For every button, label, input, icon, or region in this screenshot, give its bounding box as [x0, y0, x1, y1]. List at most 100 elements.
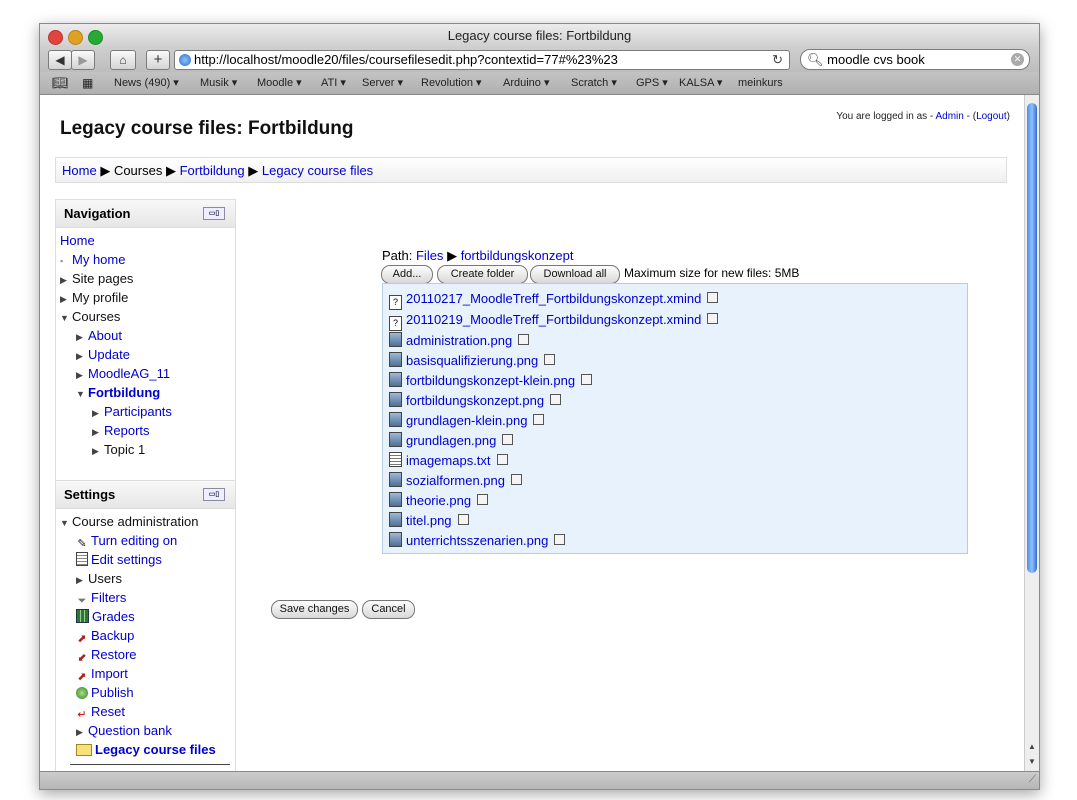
- top-sites-icon[interactable]: ▦: [82, 72, 93, 94]
- nav-course-about[interactable]: ▶ About: [76, 328, 122, 343]
- scroll-up-arrow-icon[interactable]: ▲: [1028, 742, 1036, 751]
- nav-course-update[interactable]: ▶ Update: [76, 347, 130, 362]
- file-options-icon[interactable]: [496, 454, 508, 465]
- file-item[interactable]: sozialformen.png: [389, 472, 522, 488]
- file-options-icon[interactable]: [581, 374, 593, 385]
- download-all-button[interactable]: Download all: [530, 265, 620, 284]
- file-item[interactable]: grundlagen-klein.png: [389, 412, 545, 428]
- bookmark-news[interactable]: News (490) ▾: [114, 72, 179, 94]
- reload-icon[interactable]: ↻: [772, 51, 783, 69]
- file-item[interactable]: administration.png: [389, 332, 530, 348]
- address-bar[interactable]: http://localhost/moodle20/files/coursefi…: [174, 50, 790, 70]
- block-dock-icon[interactable]: ▭▯: [203, 207, 225, 220]
- url-text: http://localhost/moodle20/files/coursefi…: [194, 52, 618, 67]
- nav-courses[interactable]: ▼ Courses: [60, 309, 120, 324]
- file-options-icon[interactable]: [544, 354, 556, 365]
- close-window-button[interactable]: [48, 30, 63, 45]
- breadcrumb-legacy-files[interactable]: Legacy course files: [262, 163, 373, 178]
- file-item[interactable]: imagemaps.txt: [389, 452, 508, 468]
- breadcrumb-home[interactable]: Home: [62, 163, 97, 178]
- image-file-icon: [389, 512, 402, 527]
- save-changes-button[interactable]: Save changes: [271, 600, 358, 619]
- reading-list-icon[interactable]: 📖︎: [52, 72, 69, 94]
- create-folder-button[interactable]: Create folder: [437, 265, 528, 284]
- search-field[interactable]: 🔍︎ moodle cvs book ✕: [800, 49, 1030, 70]
- settings-question-bank[interactable]: ▶ Question bank: [76, 723, 172, 738]
- bookmark-scratch[interactable]: Scratch ▾: [571, 72, 617, 94]
- bookmark-ati[interactable]: ATI ▾: [321, 72, 346, 94]
- file-item[interactable]: fortbildungskonzept.png: [389, 392, 562, 408]
- file-item[interactable]: fortbildungskonzept-klein.png: [389, 372, 593, 388]
- back-arrow-icon: ◀: [55, 53, 65, 67]
- block-dock-icon[interactable]: ▭▯: [203, 488, 225, 501]
- clear-search-icon[interactable]: ✕: [1011, 53, 1024, 66]
- file-options-icon[interactable]: [707, 292, 719, 303]
- bookmark-meinkurs[interactable]: meinkurs: [738, 72, 783, 94]
- nav-site-pages[interactable]: ▶ Site pages: [60, 271, 133, 286]
- bookmark-server[interactable]: Server ▾: [362, 72, 403, 94]
- bookmark-revolution[interactable]: Revolution ▾: [421, 72, 482, 94]
- resize-grip-icon[interactable]: ⟋: [1029, 774, 1036, 785]
- minimize-window-button[interactable]: [68, 30, 83, 45]
- bookmark-musik[interactable]: Musik ▾: [200, 72, 237, 94]
- settings-edit-settings[interactable]: Edit settings: [76, 552, 162, 567]
- back-button[interactable]: ◀: [48, 50, 72, 70]
- file-options-icon[interactable]: [477, 494, 489, 505]
- bookmark-arduino[interactable]: Arduino ▾: [503, 72, 550, 94]
- settings-legacy-course-files[interactable]: Legacy course files: [76, 742, 216, 757]
- nav-course-fortbildung[interactable]: ▼ Fortbildung: [76, 385, 160, 400]
- nav-my-profile[interactable]: ▶ My profile: [60, 290, 128, 305]
- file-item[interactable]: grundlagen.png: [389, 432, 514, 448]
- file-item[interactable]: basisqualifizierung.png: [389, 352, 556, 368]
- settings-backup[interactable]: ⬈ Backup: [76, 628, 134, 645]
- file-item[interactable]: unterrichtsszenarien.png: [389, 532, 566, 548]
- settings-turn-editing-on[interactable]: ✎ Turn editing on: [76, 533, 177, 550]
- nav-course-moodleag[interactable]: ▶ MoodleAG_11: [76, 366, 170, 381]
- vertical-scrollbar[interactable]: ▲ ▼: [1024, 95, 1039, 771]
- settings-reset[interactable]: ↵ Reset: [76, 704, 125, 721]
- settings-course-administration[interactable]: ▼ Course administration: [60, 514, 198, 529]
- breadcrumb-course[interactable]: Fortbildung: [180, 163, 245, 178]
- settings-restore[interactable]: ⬋ Restore: [76, 647, 136, 664]
- file-options-icon[interactable]: [550, 394, 562, 405]
- zoom-window-button[interactable]: [88, 30, 103, 45]
- file-item[interactable]: theorie.png: [389, 492, 489, 508]
- file-options-icon[interactable]: [707, 313, 719, 324]
- cancel-button[interactable]: Cancel: [362, 600, 415, 619]
- file-item[interactable]: ? 20110219_MoodleTreff_Fortbildungskonzep…: [389, 312, 719, 331]
- path-files-link[interactable]: Files: [416, 248, 443, 263]
- add-bookmark-button[interactable]: +: [146, 50, 170, 70]
- file-options-icon[interactable]: [502, 434, 514, 445]
- settings-grades[interactable]: Grades: [76, 609, 135, 624]
- file-item[interactable]: titel.png: [389, 512, 469, 528]
- logout-link[interactable]: Logout: [976, 111, 1007, 122]
- user-link[interactable]: Admin: [935, 111, 963, 122]
- bookmark-kalsa[interactable]: KALSA ▾: [679, 72, 722, 94]
- add-file-button[interactable]: Add...: [381, 265, 433, 284]
- bookmark-moodle[interactable]: Moodle ▾: [257, 72, 302, 94]
- nav-home[interactable]: Home: [60, 233, 95, 248]
- scrollbar-thumb[interactable]: [1027, 103, 1037, 573]
- file-options-icon[interactable]: [518, 334, 530, 345]
- file-options-icon[interactable]: [533, 414, 545, 425]
- expand-arrow-icon: ▶: [92, 408, 99, 418]
- nav-reports[interactable]: ▶ Reports: [92, 423, 150, 438]
- breadcrumb-separator-icon: ▶: [165, 163, 176, 178]
- nav-topic-1[interactable]: ▶ Topic 1: [92, 442, 145, 457]
- file-item[interactable]: ? 20110217_MoodleTreff_Fortbildungskonzep…: [389, 291, 719, 310]
- bookmark-gps[interactable]: GPS ▾: [636, 72, 668, 94]
- file-options-icon[interactable]: [457, 514, 469, 525]
- home-button[interactable]: ⌂: [110, 50, 136, 70]
- forward-button[interactable]: ▶: [71, 50, 95, 70]
- file-options-icon[interactable]: [511, 474, 522, 485]
- nav-my-home[interactable]: ▪ My home: [60, 252, 125, 267]
- scroll-down-arrow-icon[interactable]: ▼: [1028, 757, 1036, 766]
- expand-arrow-icon: ▶: [60, 294, 67, 304]
- settings-users[interactable]: ▶ Users: [76, 571, 122, 586]
- settings-import[interactable]: ⬈ Import: [76, 666, 127, 683]
- nav-participants[interactable]: ▶ Participants: [92, 404, 172, 419]
- file-options-icon[interactable]: [554, 534, 566, 545]
- settings-publish[interactable]: Publish: [76, 685, 134, 700]
- path-folder-link[interactable]: fortbildungskonzept: [461, 248, 574, 263]
- settings-filters[interactable]: ⏷ Filters: [76, 590, 127, 608]
